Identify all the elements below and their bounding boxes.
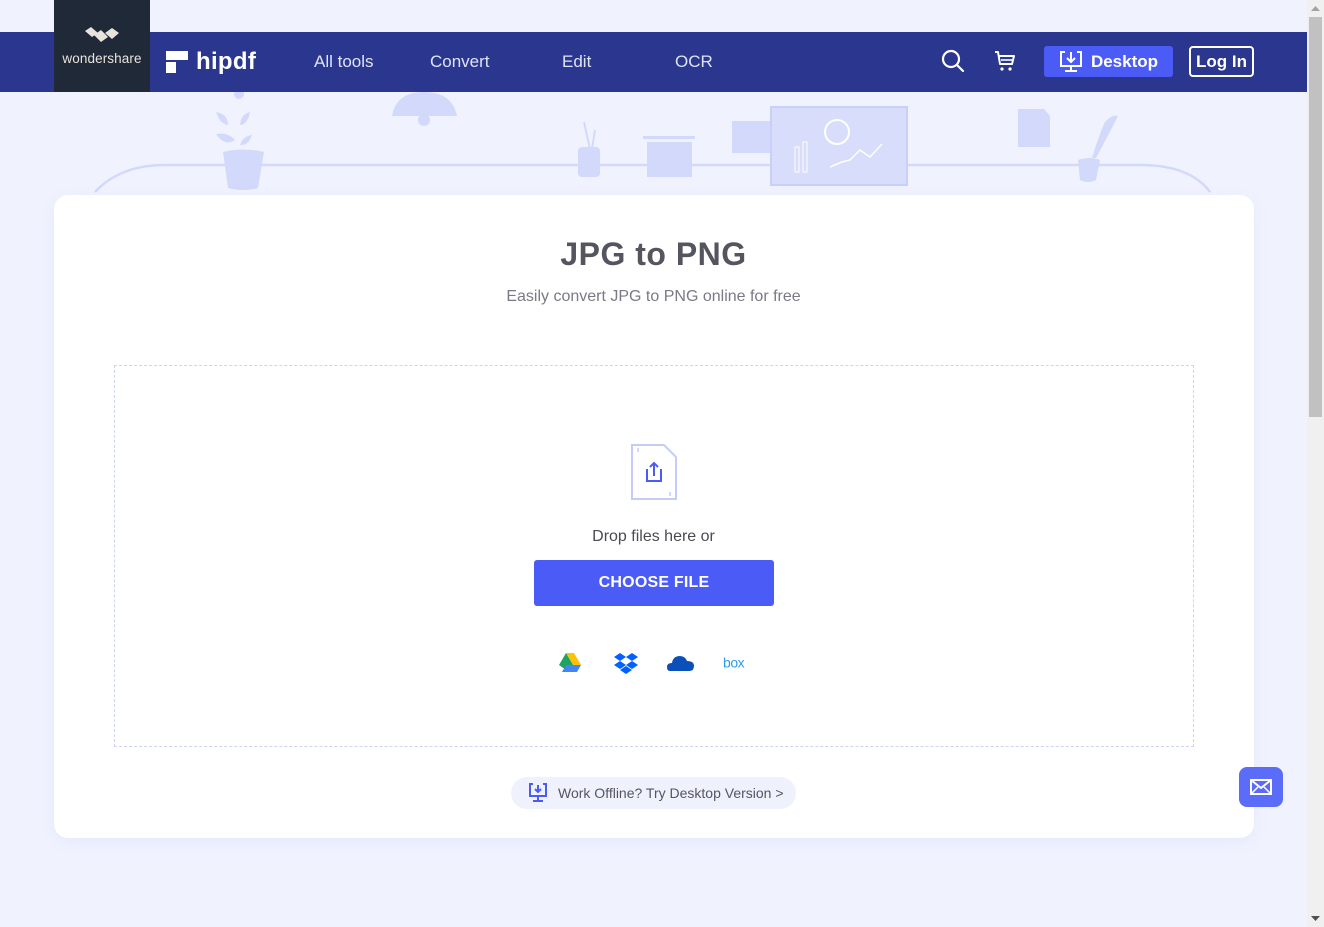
mail-icon xyxy=(1250,779,1272,795)
wondershare-mark-icon xyxy=(85,27,119,42)
page-subtitle: Easily convert JPG to PNG online for fre… xyxy=(506,288,801,305)
onedrive-button[interactable] xyxy=(667,650,695,676)
login-button[interactable]: Log In xyxy=(1189,46,1254,77)
wondershare-name: wondershare xyxy=(62,51,142,66)
arrow-down-icon xyxy=(1311,916,1320,921)
cart-icon xyxy=(995,51,1015,71)
wondershare-logo[interactable]: wondershare xyxy=(54,0,150,92)
desktop-version-text: Work Offline? Try Desktop Version > xyxy=(558,785,784,801)
hipdf-mark-icon xyxy=(166,51,188,73)
scroll-up-button[interactable] xyxy=(1307,0,1324,17)
cart-button[interactable] xyxy=(990,46,1020,76)
scroll-down-button[interactable] xyxy=(1307,910,1324,927)
onedrive-icon xyxy=(667,656,694,671)
hipdf-name: hipdf xyxy=(196,48,257,75)
upload-file-icon xyxy=(631,444,677,500)
scrollbar-thumb[interactable] xyxy=(1309,17,1322,417)
arrow-up-icon xyxy=(1311,6,1320,11)
plant-illustration xyxy=(216,92,264,190)
choose-file-button[interactable]: CHOOSE FILE xyxy=(534,560,774,606)
header-illustration xyxy=(94,92,1212,193)
desktop-download-button[interactable]: Desktop xyxy=(1044,46,1173,77)
nav-edit[interactable]: Edit xyxy=(562,32,591,92)
document-illustration xyxy=(1018,109,1050,147)
nav-all-tools[interactable]: All tools xyxy=(314,32,374,92)
google-drive-button[interactable] xyxy=(556,650,584,676)
board-illustration xyxy=(643,136,695,177)
vertical-scrollbar[interactable] xyxy=(1307,0,1324,927)
desktop-download-icon xyxy=(1059,50,1082,72)
desktop-download-icon xyxy=(529,783,547,802)
hipdf-logo[interactable]: hipdf xyxy=(166,32,256,92)
page-title: JPG to PNG xyxy=(560,236,747,272)
contact-mail-button[interactable] xyxy=(1239,767,1283,807)
drop-files-text: Drop files here or xyxy=(592,528,715,545)
search-button[interactable] xyxy=(938,46,968,76)
box-icon: box xyxy=(723,655,745,671)
box-button[interactable]: box xyxy=(723,650,751,676)
dashboard-illustration xyxy=(770,106,908,186)
nav-ocr[interactable]: OCR xyxy=(675,32,713,92)
quill-pot-illustration xyxy=(1078,115,1118,182)
nav-convert[interactable]: Convert xyxy=(430,32,490,92)
file-dropzone[interactable] xyxy=(114,365,1194,747)
svg-text:box: box xyxy=(723,655,745,671)
pencil-cup-illustration xyxy=(578,121,600,177)
dropbox-button[interactable] xyxy=(612,650,640,676)
lamp-illustration xyxy=(392,92,457,126)
search-icon xyxy=(941,49,965,73)
desktop-button-label: Desktop xyxy=(1090,51,1159,71)
desktop-version-link[interactable]: Work Offline? Try Desktop Version > xyxy=(511,777,796,809)
dropbox-icon xyxy=(614,653,638,674)
google-drive-icon xyxy=(559,653,581,672)
